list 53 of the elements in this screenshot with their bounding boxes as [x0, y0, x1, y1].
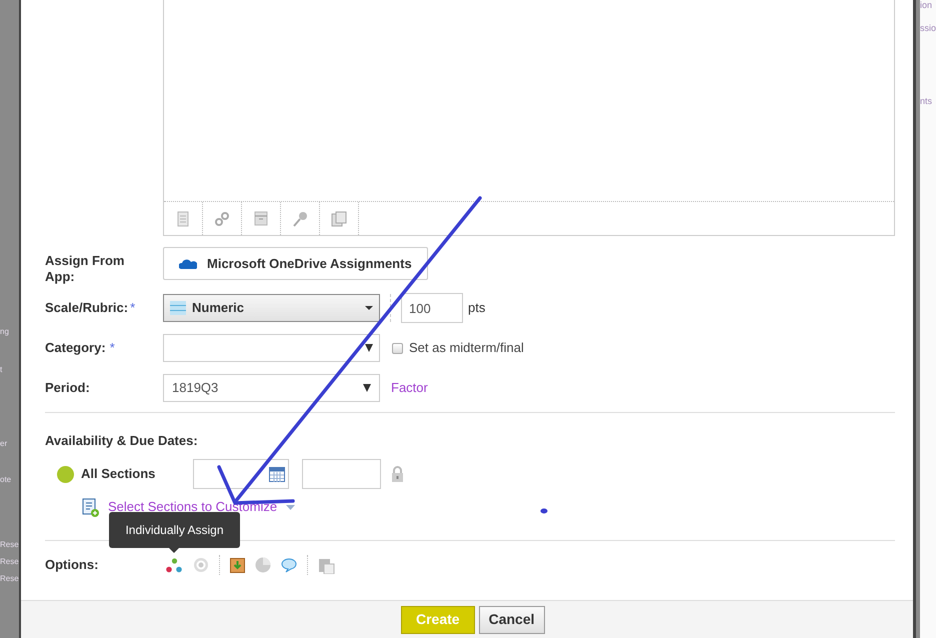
date-field[interactable] — [193, 459, 289, 489]
link-icon[interactable] — [214, 210, 230, 226]
list-icon — [170, 301, 186, 315]
cancel-button[interactable]: Cancel — [478, 606, 545, 634]
download-box-icon[interactable] — [230, 557, 245, 573]
field-label: Assign From App: — [45, 252, 126, 285]
scale-select[interactable]: Numeric — [163, 294, 380, 322]
time-field[interactable] — [302, 459, 381, 489]
background-text: Rese — [0, 556, 19, 568]
background-text: nts — [920, 96, 933, 107]
caret-icon — [286, 504, 296, 510]
drawer-icon[interactable] — [254, 211, 268, 226]
checkbox-label: Set as midterm/final — [409, 339, 524, 358]
microphone-icon[interactable] — [292, 210, 308, 226]
field-label: Category: — [45, 339, 106, 358]
calendar-icon[interactable] — [269, 466, 285, 482]
cloud-icon — [179, 258, 197, 268]
target-icon[interactable] — [193, 557, 209, 573]
individual-assign-icon[interactable] — [166, 558, 183, 572]
frame-icon[interactable] — [331, 210, 347, 226]
checkbox[interactable] — [392, 342, 403, 354]
caret-icon — [363, 384, 371, 392]
required-mark: * — [130, 299, 136, 318]
lock-icon[interactable] — [391, 466, 404, 482]
field-label: Period: — [45, 379, 91, 398]
caret-icon — [365, 344, 373, 352]
factor-link[interactable]: Factor — [391, 378, 428, 398]
required-mark: * — [110, 339, 115, 358]
document-icon[interactable] — [175, 210, 191, 226]
background-text: ion — [920, 0, 933, 11]
tooltip-pointer-icon — [169, 548, 179, 553]
background-text: t — [0, 364, 4, 376]
pen-dot — [540, 508, 548, 514]
pie-chart-icon[interactable] — [255, 557, 271, 573]
field-label: Options: — [45, 556, 100, 574]
unit-label: pts — [468, 299, 486, 318]
background-text: Rese — [0, 573, 19, 585]
background-text: ssio — [920, 23, 936, 34]
caret-icon — [365, 306, 373, 310]
period-select[interactable]: 1819Q3 — [163, 374, 380, 402]
points-field[interactable]: 100 — [401, 293, 463, 323]
background-text: ng — [0, 326, 10, 338]
section-label: All Sections — [81, 465, 156, 484]
section-heading: Availability & Due Dates: — [45, 433, 199, 449]
category-select[interactable] — [163, 334, 380, 362]
background-text: Rese — [0, 539, 19, 551]
field-label: Scale/Rubric: — [45, 299, 128, 318]
onedrive-button[interactable]: Microsoft OneDrive Assignments — [163, 247, 428, 280]
speech-bubble-icon[interactable] — [281, 558, 297, 572]
background-text: er — [0, 438, 8, 450]
notebook-add-icon — [80, 498, 99, 516]
background-text: ote — [0, 474, 12, 486]
clipboard-icon[interactable] — [318, 556, 335, 574]
